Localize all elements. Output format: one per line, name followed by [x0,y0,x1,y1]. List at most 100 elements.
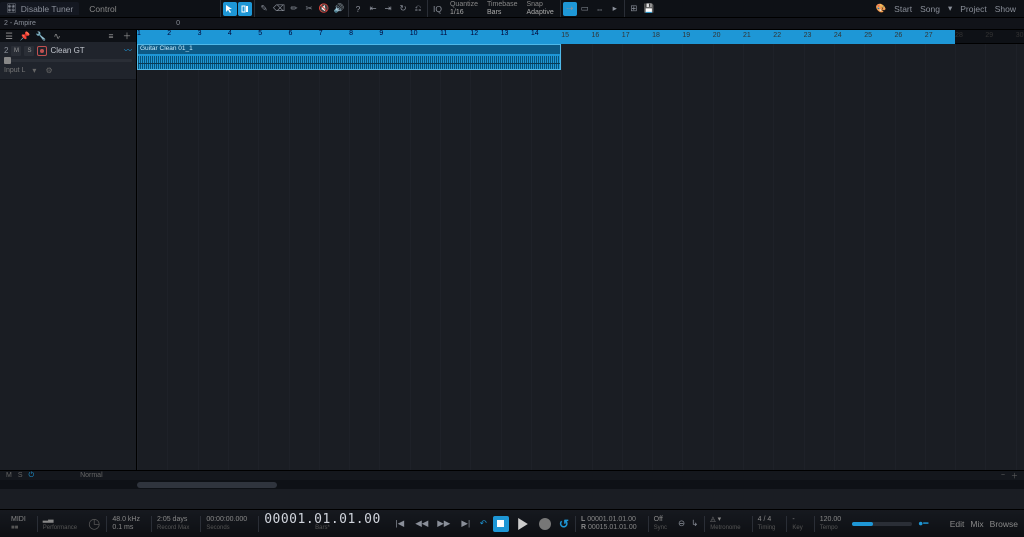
tool-group-layout: ⊞ 💾 [624,0,658,17]
tool-group-misc: ⇢ ▭ ⇔ ▸ [560,0,624,17]
track-header[interactable]: 2 M S Clean GT 〰 Input L ▾ ⚙ [0,42,136,80]
device-value[interactable]: 0 [176,20,180,27]
ripple2-icon[interactable]: ⇔ [593,2,607,16]
color-icon[interactable]: 🎨 [876,3,887,14]
nav-show[interactable]: Show [995,4,1016,14]
master-mute[interactable]: M [6,472,12,479]
ripple-icon[interactable]: ▭ [578,2,592,16]
sync-value[interactable]: Off [654,516,667,524]
gear-icon[interactable]: ⚙ [45,66,52,75]
waveform-display [138,54,560,71]
chevron-down-icon[interactable]: ▾ [948,3,952,14]
save-icon[interactable]: 💾 [642,2,656,16]
collapse-icon[interactable]: ≡ [106,31,116,41]
nav-project[interactable]: Project [960,4,986,14]
wrench-icon[interactable]: 🔧 [36,31,46,41]
mute-tool[interactable]: 🔇 [317,2,331,16]
track-input[interactable]: Input L [4,67,25,74]
top-toolbar: 🎛 Disable Tuner Control ✎ ⌫ ✏ ✂ 🔇 🔊 ? ⇤ … [0,0,1024,18]
paint-tool[interactable]: ✏ [287,2,301,16]
layout-icon[interactable]: ⊞ [627,2,641,16]
ruler-tick: 29 [985,32,993,39]
time-signature[interactable]: 4 / 4 [758,516,776,524]
main-counter[interactable]: 00001.01.01.00 [264,516,381,524]
scrollbar-thumb[interactable] [137,482,277,488]
ruler-tick: 28 [955,32,963,39]
play-button[interactable] [515,516,531,532]
volume-slider[interactable] [4,59,132,62]
rewind-start-button[interactable]: |◀ [392,516,408,532]
solo-button[interactable]: S [24,46,34,56]
stop-button[interactable] [493,516,509,532]
skip-fwd-icon[interactable]: ⇥ [381,2,395,16]
record-arm-button[interactable] [37,46,47,56]
expand-icon[interactable]: ▾ [32,66,36,75]
loop-nav-icon[interactable]: ↻ [396,2,410,16]
listen-tool[interactable]: 🔊 [332,2,346,16]
forward-button[interactable]: ▶▶ [436,516,452,532]
midi-label[interactable]: MIDI [11,516,26,524]
key-value[interactable]: - [792,516,802,524]
track-name[interactable]: Clean GT [50,46,121,55]
marker-icon[interactable]: ▸ [608,2,622,16]
automation-icon[interactable]: ∿ [52,31,62,41]
perf-meter[interactable]: ▂▃ [43,516,77,524]
preroll2-icon[interactable]: ↳ [691,518,698,529]
forward-end-button[interactable]: ▶| [458,516,474,532]
skip-back-icon[interactable]: ⇤ [366,2,380,16]
autoscroll-icon[interactable]: ⇢ [563,2,577,16]
add-track-icon[interactable]: ＋ [122,31,132,41]
sample-rate[interactable]: 48.0 kHz [112,516,140,524]
zoom-out-icon[interactable]: − [1001,472,1005,479]
master-solo[interactable]: S [18,472,23,479]
ruler-tick: 18 [652,32,660,39]
nav-start[interactable]: Start [894,4,912,14]
dim-toggle[interactable]: ●━ [918,518,928,529]
action-name[interactable]: 🎛 Disable Tuner [0,2,79,15]
view-edit[interactable]: Edit [950,519,965,529]
snap-dropdown[interactable]: Snap Adaptive [523,1,558,17]
view-mix[interactable]: Mix [970,519,983,529]
device-subrow: 2 - Ampire 0 [0,18,1024,30]
header-title: Disable Tuner [21,4,73,14]
info-tool[interactable]: ? [351,2,365,16]
record-button[interactable] [537,516,553,532]
pin-icon[interactable]: 📌 [20,31,30,41]
loop-button[interactable]: ↺ [559,517,569,531]
clock-icon[interactable]: ◷ [88,515,100,532]
metronome-icon[interactable]: ◬ ▾ [710,516,740,524]
preroll-icon[interactable]: ↶ [480,518,487,529]
timeline-ruler[interactable]: 1234567891011121314151617181920212223242… [137,30,1024,44]
footer-master-row: M S ⏻ Normal − ＋ [0,470,1024,480]
seconds-counter[interactable]: 00:00:00.000 [206,516,247,524]
draw-tool[interactable]: ✎ [257,2,271,16]
mute-button[interactable]: M [11,46,21,56]
loop-left[interactable]: 00001.01.01.00 [587,516,636,523]
arrow-tool[interactable] [223,2,237,16]
audio-clip[interactable]: Guitar Clean 01_1 [137,44,561,70]
eraser-tool[interactable]: ⌫ [272,2,286,16]
quantize-dropdown[interactable]: Quantize 1/16 [446,1,482,17]
view-browse[interactable]: Browse [990,519,1018,529]
zoom-in-icon[interactable]: ＋ [1011,471,1018,481]
nav-song[interactable]: Song [920,4,940,14]
master-meter[interactable] [852,522,912,526]
loop-right[interactable]: 00015.01.01.00 [588,524,637,531]
iq-label[interactable]: IQ [430,4,445,14]
range-tool[interactable] [238,2,252,16]
power-icon[interactable]: ⏻ [29,472,35,480]
precount-icon[interactable]: ⊖ [678,518,685,529]
list-icon[interactable]: ☰ [4,31,14,41]
timebase-dropdown[interactable]: Timebase Bars [483,1,521,17]
tempo-value[interactable]: 120.00 [820,516,841,524]
horizontal-scrollbar[interactable] [0,480,1024,489]
device-name[interactable]: 2 - Ampire [4,20,36,27]
rewind-button[interactable]: ◀◀ [414,516,430,532]
automation-mode[interactable]: Normal [80,472,103,479]
arrange-view[interactable]: 1234567891011121314151617181920212223242… [137,30,1024,470]
undo-icon[interactable]: ⎌ [411,2,425,16]
track-index: 2 [4,46,8,55]
control-label[interactable]: Control [81,4,124,14]
split-tool[interactable]: ✂ [302,2,316,16]
transport-bar: MIDI ■■ ▂▃ Performance ◷ 48.0 kHz 0.1 ms… [0,509,1024,537]
